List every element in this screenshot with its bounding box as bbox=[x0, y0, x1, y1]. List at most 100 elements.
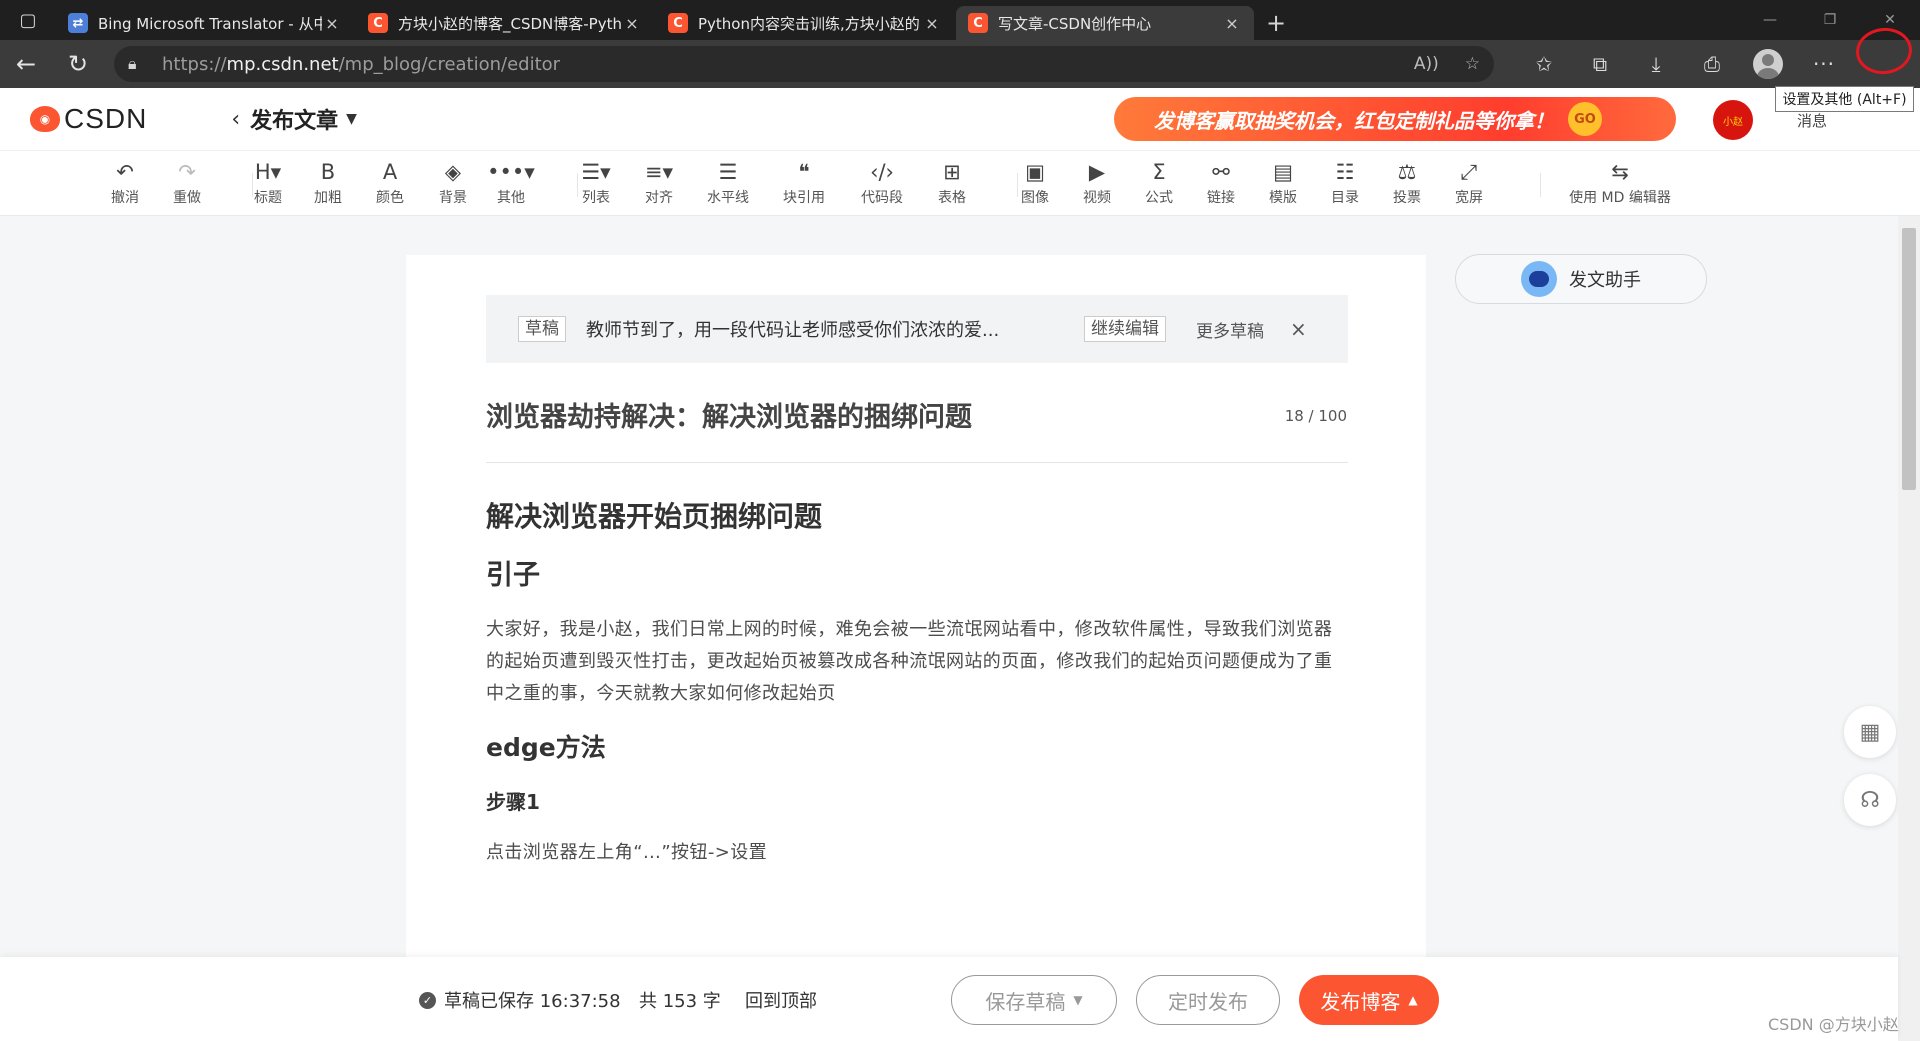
toolbar-background-button[interactable]: ◈ 背景 bbox=[423, 157, 483, 211]
heading-4: 步骤1 bbox=[486, 790, 540, 814]
heading-1: 解决浏览器开始页捆绑问题 bbox=[486, 500, 823, 533]
tab-title: Python内容突击训练,方块小赵的 bbox=[698, 14, 920, 33]
toolbar-md-editor-button[interactable]: ⇆ 使用 MD 编辑器 bbox=[1560, 157, 1680, 211]
heading-3: edge方法 bbox=[486, 733, 606, 762]
toolbar-align-button[interactable]: ≡▾ 对齐 bbox=[629, 157, 689, 211]
toolbar-template-button[interactable]: ▤ 模版 bbox=[1253, 157, 1313, 211]
video-icon: ▶ bbox=[1088, 160, 1106, 184]
scrollbar-thumb[interactable] bbox=[1902, 228, 1916, 490]
step-paragraph: 点击浏览器左上角“…”按钮->设置 bbox=[486, 842, 768, 863]
avatar[interactable]: 小赵 bbox=[1713, 100, 1753, 140]
page-title[interactable]: 发布文章 bbox=[250, 103, 338, 135]
browser-tab-editor[interactable]: C 写文章-CSDN创作中心 × bbox=[956, 6, 1254, 40]
toolbar-image-button[interactable]: ▣ 图像 bbox=[1005, 157, 1065, 211]
screenshot-icon[interactable]: ⎙ bbox=[1684, 44, 1740, 84]
add-favorite-icon[interactable]: ☆ bbox=[1465, 54, 1480, 74]
more-drafts-link[interactable]: 更多草稿 bbox=[1196, 317, 1264, 342]
caret-up-icon: ▲ bbox=[1408, 993, 1418, 1007]
close-icon[interactable]: × bbox=[1290, 317, 1307, 341]
draft-title: 教师节到了，用一段代码让老师感受你们浓浓的爱... bbox=[586, 320, 1000, 341]
writing-assistant-button[interactable]: 发文助手 bbox=[1455, 254, 1707, 304]
toolbar-wide-screen-button[interactable]: ⤢ 宽屏 bbox=[1439, 157, 1499, 211]
toc-icon: ☷ bbox=[1335, 160, 1355, 184]
continue-edit-button[interactable]: 继续编辑 bbox=[1084, 316, 1166, 342]
scheduled-publish-button[interactable]: 定时发布 bbox=[1136, 975, 1280, 1025]
toolbar-toc-button[interactable]: ☷ 目录 bbox=[1315, 157, 1375, 211]
publish-button[interactable]: 发布博客 ▲ bbox=[1299, 975, 1439, 1025]
article-title-input[interactable]: 浏览器劫持解决：解决浏览器的捆绑问题 bbox=[486, 395, 972, 434]
minimize-icon[interactable]: — bbox=[1740, 0, 1800, 40]
browser-tab-blog[interactable]: C 方块小赵的博客_CSDN博客-Pytho × bbox=[356, 6, 654, 40]
page-header: ◉ CSDN ‹ 发布文章 ▼ 发博客赢取抽奖机会，红包定制礼品等你拿！ GO … bbox=[0, 88, 1920, 150]
toolbar-link-button[interactable]: ⚯ 链接 bbox=[1191, 157, 1251, 211]
md-editor-icon: ⇆ bbox=[1611, 160, 1629, 184]
refresh-icon[interactable]: ↻ bbox=[52, 40, 104, 88]
page-scrollbar[interactable] bbox=[1898, 216, 1920, 1041]
toolbar-table-button[interactable]: ⊞ 表格 bbox=[922, 157, 982, 211]
tab-close-icon[interactable]: × bbox=[1222, 14, 1242, 33]
toolbar-blockquote-button[interactable]: ❝ 块引用 bbox=[774, 157, 834, 211]
tab-actions-icon[interactable]: ▢ bbox=[0, 0, 56, 40]
code-block-icon: ‹/› bbox=[870, 160, 894, 184]
toolbar-redo-button[interactable]: ↷ 重做 bbox=[157, 157, 217, 211]
back-to-top-link[interactable]: 回到顶部 bbox=[745, 987, 817, 1013]
headset-icon[interactable]: ☊ bbox=[1844, 774, 1896, 826]
toolbar-label: 模版 bbox=[1269, 190, 1297, 206]
read-aloud-icon[interactable]: A)) bbox=[1414, 54, 1439, 74]
toolbar-label: 公式 bbox=[1145, 190, 1173, 206]
save-draft-button[interactable]: 保存草稿 ▼ bbox=[951, 975, 1117, 1025]
toolbar-video-button[interactable]: ▶ 视频 bbox=[1067, 157, 1127, 211]
toolbar-color-button[interactable]: A 颜色 bbox=[360, 157, 420, 211]
title-divider bbox=[486, 462, 1348, 463]
toolbar-label: 颜色 bbox=[376, 190, 404, 206]
toolbar-separator bbox=[577, 173, 578, 197]
new-tab-button[interactable]: + bbox=[1256, 6, 1296, 40]
horizontal-rule-icon: ☰ bbox=[718, 160, 738, 184]
article-body[interactable]: 解决浏览器开始页捆绑问题 引子 大家好，我是小赵，我们日常上网的时候，难免会被一… bbox=[486, 495, 1348, 887]
toolbar-other-button[interactable]: •••▾ 其他 bbox=[481, 157, 541, 211]
settings-and-more-button[interactable]: ··· bbox=[1796, 44, 1852, 84]
messages-link[interactable]: 消息 bbox=[1797, 110, 1827, 131]
csdn-favicon-icon: C bbox=[368, 13, 388, 33]
editor-toolbar: ↶ 撤消 ↷ 重做 H▾ 标题 B 加粗 A 颜色 ◈ 背景 •••▾ 其他 ☰▾ 列表 ≡▾ 对齐 ☰ 水平线 ❝ 块引… bbox=[0, 150, 1920, 216]
promo-banner[interactable]: 发博客赢取抽奖机会，红包定制礼品等你拿！ GO bbox=[1114, 97, 1676, 141]
profile-button[interactable] bbox=[1740, 44, 1796, 84]
back-icon[interactable]: ← bbox=[0, 40, 52, 88]
undo-icon: ↶ bbox=[116, 160, 134, 184]
toolbar-label: 标题 bbox=[254, 190, 282, 206]
back-chevron-icon[interactable]: ‹ bbox=[231, 107, 240, 132]
image-icon: ▣ bbox=[1025, 160, 1045, 184]
screen: ▢ ⇄ Bing Microsoft Translator - 从中文 × C … bbox=[0, 0, 1920, 1041]
tab-close-icon[interactable]: × bbox=[922, 14, 942, 33]
toolbar-vote-button[interactable]: ⚖ 投票 bbox=[1377, 157, 1437, 211]
toolbar-bold-button[interactable]: B 加粗 bbox=[298, 157, 358, 211]
caret-down-icon[interactable]: ▼ bbox=[346, 111, 357, 127]
toolbar-undo-button[interactable]: ↶ 撤消 bbox=[95, 157, 155, 211]
table-icon: ⊞ bbox=[943, 160, 961, 184]
toolbar-horizontal-rule-button[interactable]: ☰ 水平线 bbox=[698, 157, 758, 211]
wide-screen-icon: ⤢ bbox=[1460, 160, 1478, 184]
tab-close-icon[interactable]: × bbox=[622, 14, 642, 33]
tab-close-icon[interactable]: × bbox=[322, 14, 342, 33]
draft-tag: 草稿 bbox=[518, 316, 566, 342]
downloads-icon[interactable]: ⤓ bbox=[1628, 44, 1684, 84]
caret-down-icon: ▼ bbox=[1073, 993, 1083, 1007]
redo-icon: ↷ bbox=[178, 160, 196, 184]
toolbar-separator bbox=[1540, 173, 1541, 197]
template-icon: ▤ bbox=[1273, 160, 1293, 184]
toolbar-code-block-button[interactable]: ‹/› 代码段 bbox=[852, 157, 912, 211]
banner-text: 发博客赢取抽奖机会，红包定制礼品等你拿！ bbox=[1154, 108, 1554, 133]
restore-icon[interactable]: ❐ bbox=[1800, 0, 1860, 40]
toolbar-formula-button[interactable]: Σ 公式 bbox=[1129, 157, 1189, 211]
qrcode-icon[interactable]: ▦ bbox=[1844, 706, 1896, 758]
profile-icon bbox=[1753, 49, 1783, 79]
toolbar-list-button[interactable]: ☰▾ 列表 bbox=[566, 157, 626, 211]
csdn-logo[interactable]: ◉ CSDN bbox=[30, 103, 147, 135]
editor-footer: ✓ 草稿已保存 16:37:58 共 153 字 回到顶部 保存草稿 ▼ 定时发… bbox=[0, 957, 1898, 1041]
collections-icon[interactable]: ⧉ bbox=[1572, 44, 1628, 84]
favorites-icon[interactable]: ✩ bbox=[1516, 44, 1572, 84]
url-field[interactable]: 🔒︎ https://mp.csdn.net/mp_blog/creation/… bbox=[114, 46, 1494, 82]
browser-tab-python[interactable]: C Python内容突击训练,方块小赵的 × bbox=[656, 6, 954, 40]
toolbar-heading-button[interactable]: H▾ 标题 bbox=[238, 157, 298, 211]
browser-tab-translator[interactable]: ⇄ Bing Microsoft Translator - 从中文 × bbox=[56, 6, 354, 40]
